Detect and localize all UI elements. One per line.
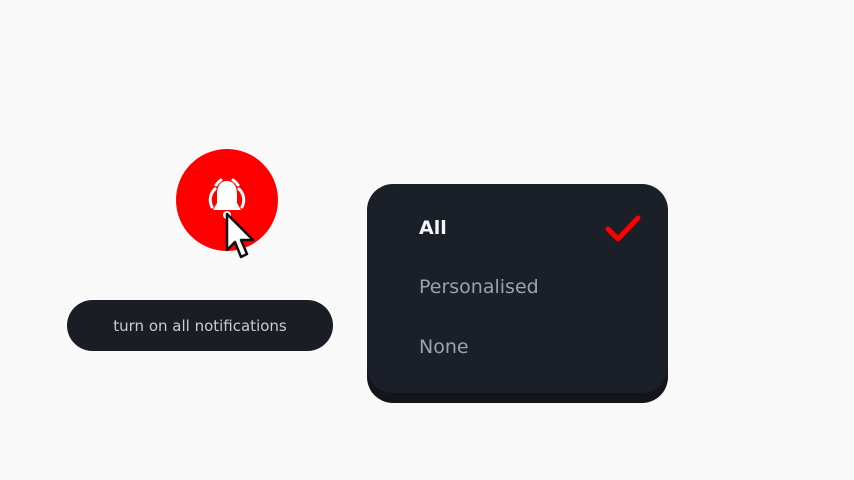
notification-preference-menu: All Personalised None [367, 184, 668, 393]
notification-bell-button[interactable] [176, 149, 278, 251]
menu-item-none[interactable]: None [367, 322, 668, 372]
menu-item-label: Personalised [419, 276, 539, 298]
ringing-bell-icon [208, 178, 246, 219]
turn-on-notifications-button[interactable]: turn on all notifications [67, 300, 333, 351]
menu-item-label: None [419, 336, 469, 358]
menu-item-all[interactable]: All [367, 203, 668, 253]
checkmark-icon [605, 215, 641, 242]
turn-on-notifications-label: turn on all notifications [113, 316, 287, 335]
menu-item-personalised[interactable]: Personalised [367, 262, 668, 312]
menu-item-label: All [419, 217, 447, 239]
